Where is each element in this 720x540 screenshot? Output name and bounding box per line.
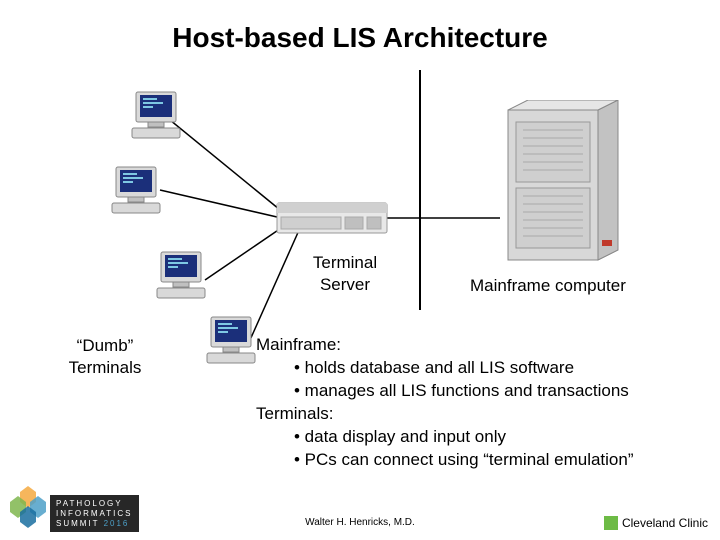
mainframe-label: Mainframe computer	[470, 275, 626, 297]
org-footer: Cleveland Clinic	[604, 516, 708, 530]
bullet-line: • manages all LIS functions and transact…	[256, 380, 716, 403]
terminal-icon	[155, 250, 211, 300]
terminal-server-icon	[275, 195, 395, 243]
cleveland-clinic-icon	[604, 516, 618, 530]
terminal-icon	[110, 165, 166, 215]
mainframe-icon	[498, 100, 628, 270]
conf-line: PATHOLOGY	[56, 499, 133, 509]
bullet-line: • data display and input only	[256, 426, 716, 449]
org-name: Cleveland Clinic	[622, 516, 708, 530]
dumb-terminals-label: “Dumb” Terminals	[55, 335, 155, 379]
terminal-icon	[205, 315, 261, 365]
bullet-line: Terminals:	[256, 403, 716, 426]
terminal-icon	[130, 90, 186, 140]
terminal-server-label: Terminal Server	[290, 252, 400, 296]
description-block: Mainframe: • holds database and all LIS …	[256, 334, 716, 472]
bullet-line: Mainframe:	[256, 334, 716, 357]
bullet-line: • PCs can connect using “terminal emulat…	[256, 449, 716, 472]
bullet-line: • holds database and all LIS software	[256, 357, 716, 380]
